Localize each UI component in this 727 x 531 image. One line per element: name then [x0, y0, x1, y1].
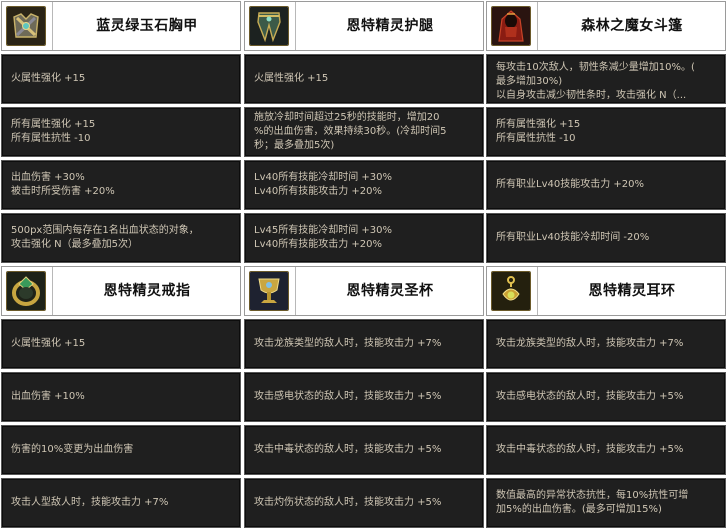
effect-row: 攻击人型敌人时，技能攻击力 +7% — [1, 478, 241, 528]
effect-row: 所有职业Lv40技能冷却时间 -20% — [486, 213, 726, 263]
effect-text: 所有职业Lv40技能攻击力 +20% — [496, 179, 644, 190]
item-name: 恩特精灵戒指 — [103, 283, 191, 299]
effect-text: 500px范围内每存在1名出血状态的对象， 攻击强化 N（最多叠加5次） — [11, 225, 199, 250]
item-header-grail: 恩特精灵圣杯 — [244, 266, 484, 316]
item-name: 恩特精灵耳环 — [588, 283, 676, 299]
holy-grail-icon — [249, 271, 289, 311]
effect-row: 攻击中毒状态的敌人时，技能攻击力 +5% — [244, 425, 484, 475]
effect-text: 数值最高的异常状态抗性，每10%抗性可增 加5%的出血伤害。(最多可增加15%) — [496, 490, 689, 515]
effect-row: 每攻击10次敌人，韧性条减少量增加10%。( 最多增加30%) 以自身攻击减少韧… — [486, 54, 726, 104]
effect-text: 攻击中毒状态的敌人时，技能攻击力 +5% — [496, 444, 684, 455]
effect-text: 所有属性强化 +15 所有属性抗性 -10 — [11, 119, 96, 144]
effect-text: Lv40所有技能冷却时间 +30% Lv40所有技能攻击力 +20% — [254, 172, 392, 197]
effect-text: 出血伤害 +10% — [11, 391, 85, 402]
header-divider — [295, 2, 296, 50]
item-header-earring: 恩特精灵耳环 — [486, 266, 726, 316]
effect-text: 出血伤害 +30% 被击时所受伤害 +20% — [11, 172, 115, 197]
chest-armor-icon — [6, 6, 46, 46]
effect-text: 所有职业Lv40技能冷却时间 -20% — [496, 232, 650, 243]
effect-row: 攻击感电状态的敌人时，技能攻击力 +5% — [486, 372, 726, 422]
effect-text: 伤害的10%变更为出血伤害 — [11, 444, 134, 455]
effect-row: 施放冷却时间超过25秒的技能时，增加20 %的出血伤害，效果持续30秒。(冷却时… — [244, 107, 484, 157]
header-divider — [295, 267, 296, 315]
effect-text: 每攻击10次敌人，韧性条减少量增加10%。( 最多增加30%) 以自身攻击减少韧… — [496, 62, 695, 101]
effect-row: 伤害的10%变更为出血伤害 — [1, 425, 241, 475]
effect-row: 攻击感电状态的敌人时，技能攻击力 +5% — [244, 372, 484, 422]
elf-earring-icon — [491, 271, 531, 311]
effect-text: 攻击人型敌人时，技能攻击力 +7% — [11, 497, 169, 508]
leg-armor-icon — [249, 6, 289, 46]
effect-text: 所有属性强化 +15 所有属性抗性 -10 — [496, 119, 581, 144]
effect-row: 所有属性强化 +15 所有属性抗性 -10 — [1, 107, 241, 157]
effect-text: 攻击龙族类型的敌人时，技能攻击力 +7% — [496, 338, 684, 349]
effect-text: 攻击感电状态的敌人时，技能攻击力 +5% — [254, 391, 442, 402]
header-divider — [52, 2, 53, 50]
effect-row: Lv45所有技能冷却时间 +30% Lv40所有技能攻击力 +20% — [244, 213, 484, 263]
effect-text: 攻击中毒状态的敌人时，技能攻击力 +5% — [254, 444, 442, 455]
item-header-leg-armor: 恩特精灵护腿 — [244, 1, 484, 51]
equipment-effects-grid: 蓝灵绿玉石胸甲 火属性强化 +15 所有属性强化 +15 所有属性抗性 -10 … — [0, 0, 727, 531]
item-name: 蓝灵绿玉石胸甲 — [96, 18, 198, 34]
effect-text: 攻击感电状态的敌人时，技能攻击力 +5% — [496, 391, 684, 402]
effect-row: 火属性强化 +15 — [1, 54, 241, 104]
effect-row: 数值最高的异常状态抗性，每10%抗性可增 加5%的出血伤害。(最多可增加15%) — [486, 478, 726, 528]
effect-row: 火属性强化 +15 — [1, 319, 241, 369]
effect-row: 攻击灼伤状态的敌人时，技能攻击力 +5% — [244, 478, 484, 528]
effect-text: 火属性强化 +15 — [11, 73, 86, 84]
effect-row: 出血伤害 +10% — [1, 372, 241, 422]
item-name: 森林之魔女斗篷 — [581, 18, 683, 34]
effect-text: 火属性强化 +15 — [254, 73, 329, 84]
effect-text: 火属性强化 +15 — [11, 338, 86, 349]
header-divider — [52, 267, 53, 315]
header-divider — [537, 2, 538, 50]
item-header-cloak: 森林之魔女斗篷 — [486, 1, 726, 51]
elf-ring-icon — [6, 271, 46, 311]
header-divider — [537, 267, 538, 315]
witch-cloak-icon — [491, 6, 531, 46]
effect-text: 攻击龙族类型的敌人时，技能攻击力 +7% — [254, 338, 442, 349]
effect-row: 所有职业Lv40技能攻击力 +20% — [486, 160, 726, 210]
item-header-chest-armor: 蓝灵绿玉石胸甲 — [1, 1, 241, 51]
effect-text: Lv45所有技能冷却时间 +30% Lv40所有技能攻击力 +20% — [254, 225, 392, 250]
effect-row: 500px范围内每存在1名出血状态的对象， 攻击强化 N（最多叠加5次） — [1, 213, 241, 263]
item-name: 恩特精灵护腿 — [346, 18, 434, 34]
effect-row: 攻击中毒状态的敌人时，技能攻击力 +5% — [486, 425, 726, 475]
effect-row: 攻击龙族类型的敌人时，技能攻击力 +7% — [244, 319, 484, 369]
item-header-ring: 恩特精灵戒指 — [1, 266, 241, 316]
effect-text: 攻击灼伤状态的敌人时，技能攻击力 +5% — [254, 497, 442, 508]
effect-row: 出血伤害 +30% 被击时所受伤害 +20% — [1, 160, 241, 210]
effect-row: 所有属性强化 +15 所有属性抗性 -10 — [486, 107, 726, 157]
effect-row: Lv40所有技能冷却时间 +30% Lv40所有技能攻击力 +20% — [244, 160, 484, 210]
effect-row: 攻击龙族类型的敌人时，技能攻击力 +7% — [486, 319, 726, 369]
item-name: 恩特精灵圣杯 — [346, 283, 434, 299]
effect-row: 火属性强化 +15 — [244, 54, 484, 104]
effect-text: 施放冷却时间超过25秒的技能时，增加20 %的出血伤害，效果持续30秒。(冷却时… — [254, 112, 447, 151]
